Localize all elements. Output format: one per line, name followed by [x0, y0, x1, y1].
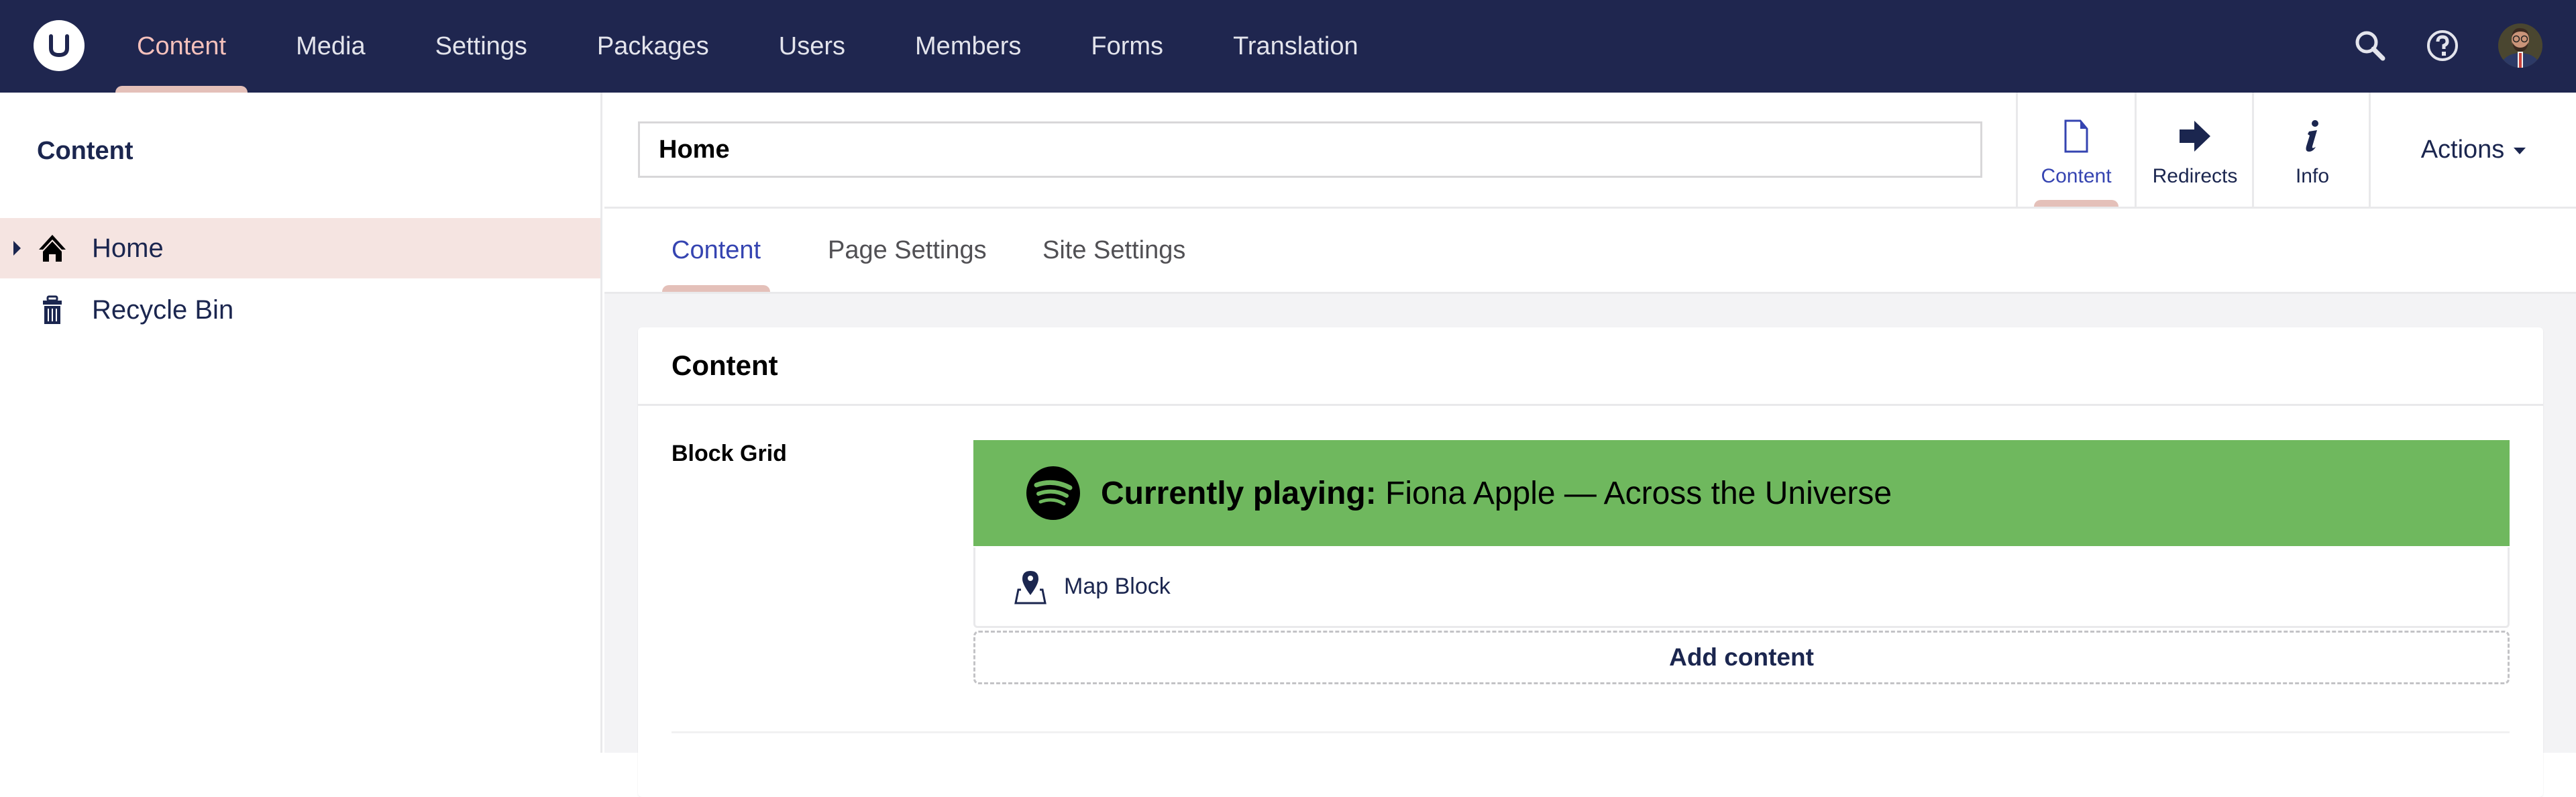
main-nav: Content Media Settings Packages Users Me…	[115, 0, 1407, 93]
nav-item-packages[interactable]: Packages	[576, 0, 731, 93]
tab-site-settings[interactable]: Site Settings	[1042, 209, 1185, 292]
content-group-box: Content Block Grid Currently playing: Fi…	[638, 327, 2543, 797]
info-icon	[2302, 119, 2322, 153]
umbraco-logo-icon	[49, 34, 69, 58]
spotify-icon	[1026, 466, 1080, 520]
currently-playing-text: Currently playing: Fiona Apple — Across …	[1101, 475, 1892, 512]
help-button[interactable]	[2426, 29, 2459, 62]
tab-content[interactable]: Content	[661, 209, 771, 292]
nav-item-translation[interactable]: Translation	[1212, 0, 1380, 93]
sidebar-title: Content	[37, 137, 133, 165]
property-divider	[672, 731, 2510, 733]
currently-playing-prefix: Currently playing:	[1101, 475, 1377, 511]
group-title: Content	[638, 327, 2543, 406]
spotify-block[interactable]: Currently playing: Fiona Apple — Across …	[973, 440, 2510, 546]
editor-header: Content Redirects Info Actions	[604, 93, 2576, 209]
map-block[interactable]: Map Block	[973, 547, 2510, 628]
tree-item-recycle-bin[interactable]: Recycle Bin	[0, 280, 600, 340]
app-content-label: Content	[2041, 165, 2112, 187]
content-editor: Content Redirects Info Actions C	[604, 93, 2576, 797]
top-bar: Content Media Settings Packages Users Me…	[0, 0, 2576, 93]
help-icon	[2427, 30, 2458, 61]
content-tree-sidebar: Content Home Recycle Bin	[0, 93, 602, 753]
document-icon	[2063, 119, 2090, 153]
top-icons	[2353, 20, 2542, 71]
nav-item-users[interactable]: Users	[757, 0, 867, 93]
app-info-label: Info	[2295, 165, 2330, 187]
content-tabs: Content Page Settings Site Settings	[604, 209, 2576, 294]
app-redirects-label: Redirects	[2152, 165, 2238, 187]
property-label-block-grid: Block Grid	[672, 441, 787, 466]
actions-dropdown-button[interactable]: Actions	[2369, 93, 2576, 207]
tree-item-home[interactable]: Home	[0, 218, 600, 278]
app-redirects-button[interactable]: Redirects	[2135, 93, 2253, 207]
add-content-button[interactable]: Add content	[973, 631, 2510, 684]
caret-down-icon	[2514, 148, 2526, 154]
tree-item-label: Recycle Bin	[92, 295, 234, 325]
avatar-photo-icon	[2498, 23, 2542, 68]
nav-item-content[interactable]: Content	[115, 0, 248, 93]
home-icon	[38, 233, 67, 263]
search-icon	[2355, 31, 2385, 61]
map-pin-icon	[1014, 570, 1046, 604]
tab-page-settings[interactable]: Page Settings	[828, 209, 987, 292]
nav-item-members[interactable]: Members	[894, 0, 1042, 93]
nav-item-media[interactable]: Media	[274, 0, 387, 93]
actions-label: Actions	[2420, 135, 2505, 164]
expand-caret-icon[interactable]	[13, 241, 21, 256]
nav-item-forms[interactable]: Forms	[1069, 0, 1185, 93]
node-name-input[interactable]	[638, 121, 1982, 178]
tree-item-label: Home	[92, 233, 164, 263]
user-avatar[interactable]	[2498, 23, 2542, 68]
trash-icon	[38, 295, 67, 325]
search-button[interactable]	[2353, 29, 2387, 62]
nav-item-settings[interactable]: Settings	[414, 0, 549, 93]
currently-playing-track: Fiona Apple — Across the Universe	[1385, 475, 1892, 511]
app-content-button[interactable]: Content	[2016, 93, 2135, 207]
arrow-right-icon	[2178, 119, 2212, 153]
map-block-label: Map Block	[1064, 574, 1171, 599]
umbraco-logo[interactable]	[34, 20, 85, 71]
app-info-button[interactable]: Info	[2252, 93, 2371, 207]
